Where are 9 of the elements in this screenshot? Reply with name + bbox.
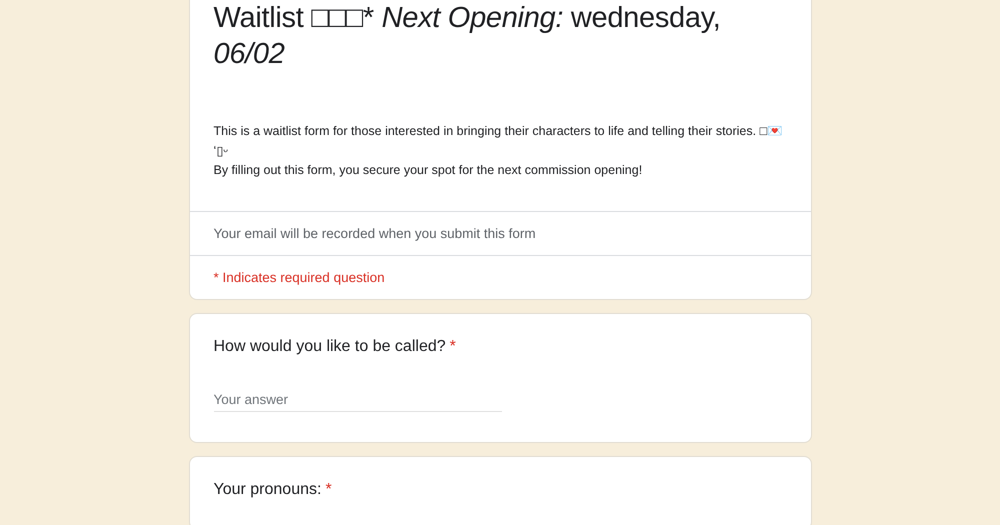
required-asterisk: *	[325, 480, 332, 498]
question-label: How would you like to be called?	[214, 338, 446, 354]
required-notice: * Indicates required question	[214, 270, 385, 284]
form-title: Waitlist □□□* Next Opening: wednesday, 06/02	[212, 1, 722, 72]
form-description: By filling out this form, you secure your spot for the next commission opening!	[214, 162, 644, 179]
form-description: This is a waitlist form for those interested in bringing their characters to life and telling their stories. □💌ʻ▯ᵕ	[214, 123, 784, 160]
email-notice: Your email will be recorded when you submit this form	[214, 226, 536, 240]
question-label: Your pronouns:	[214, 480, 322, 498]
required-asterisk: *	[450, 338, 456, 354]
